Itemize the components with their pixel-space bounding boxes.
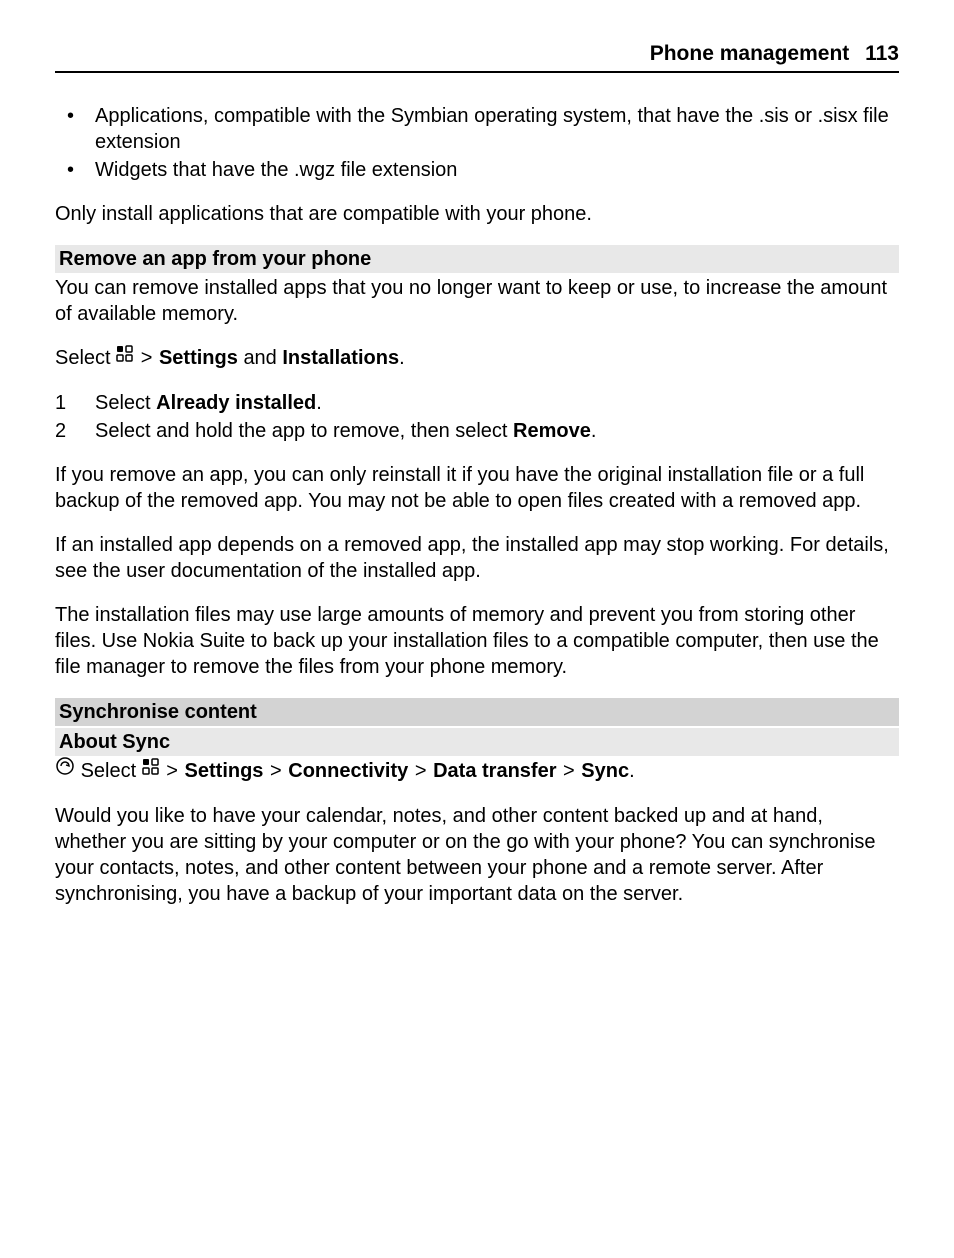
- menu-grid-icon: [116, 344, 134, 370]
- list-item: 2 Select and hold the app to remove, the…: [55, 418, 899, 444]
- section-heading-remove-app: Remove an app from your phone: [55, 245, 899, 273]
- step-prefix: Select: [95, 392, 156, 414]
- select-prefix: Select: [55, 347, 111, 369]
- settings-label: Settings: [185, 760, 264, 782]
- breadcrumb-separator: >: [415, 760, 427, 782]
- list-item: Applications, compatible with the Symbia…: [55, 103, 899, 155]
- step-prefix: Select and hold the app to remove, then …: [95, 420, 513, 442]
- list-item: Widgets that have the .wgz file extensio…: [55, 157, 899, 183]
- step-bold: Remove: [513, 420, 591, 442]
- data-transfer-label: Data transfer: [433, 760, 556, 782]
- step-bold: Already installed: [156, 392, 316, 414]
- step-number: 2: [55, 418, 66, 444]
- remove-reinstall-paragraph: If you remove an app, you can only reins…: [55, 462, 899, 514]
- settings-label: Settings: [159, 347, 238, 369]
- select-prefix: Select: [81, 760, 137, 782]
- breadcrumb-separator: >: [141, 347, 153, 369]
- step-number: 1: [55, 390, 66, 416]
- section-subheading-about-sync: About Sync: [55, 728, 899, 756]
- period: .: [629, 760, 635, 782]
- remove-steps-list: 1 Select Already installed. 2 Select and…: [55, 390, 899, 444]
- installations-label: Installations: [282, 347, 399, 369]
- select-path-sync: Select > Settings > Connectivity > Data …: [55, 758, 899, 785]
- period: .: [399, 347, 405, 369]
- header-title: Phone management: [650, 42, 850, 65]
- step-suffix: .: [316, 392, 322, 414]
- breadcrumb-separator: >: [270, 760, 282, 782]
- sync-description-paragraph: Would you like to have your calendar, no…: [55, 803, 899, 907]
- step-suffix: .: [591, 420, 597, 442]
- sync-icon: [55, 756, 75, 783]
- breadcrumb-separator: >: [563, 760, 575, 782]
- list-item-text: Applications, compatible with the Symbia…: [95, 105, 889, 153]
- remove-intro-paragraph: You can remove installed apps that you n…: [55, 275, 899, 327]
- menu-grid-icon: [142, 757, 160, 783]
- section-heading-sync: Synchronise content: [55, 698, 899, 726]
- install-types-list: Applications, compatible with the Symbia…: [55, 103, 899, 183]
- remove-memory-paragraph: The installation files may use large amo…: [55, 602, 899, 680]
- sync-label: Sync: [581, 760, 629, 782]
- list-item-text: Widgets that have the .wgz file extensio…: [95, 159, 457, 181]
- select-path-remove: Select > Settings and Installations.: [55, 345, 899, 372]
- breadcrumb-separator: >: [166, 760, 178, 782]
- connectivity-label: Connectivity: [288, 760, 408, 782]
- page-header: Phone management 113: [55, 40, 899, 73]
- remove-dependency-paragraph: If an installed app depends on a removed…: [55, 532, 899, 584]
- page-number: 113: [865, 42, 899, 65]
- intro-paragraph: Only install applications that are compa…: [55, 201, 899, 227]
- and-text: and: [243, 347, 276, 369]
- list-item: 1 Select Already installed.: [55, 390, 899, 416]
